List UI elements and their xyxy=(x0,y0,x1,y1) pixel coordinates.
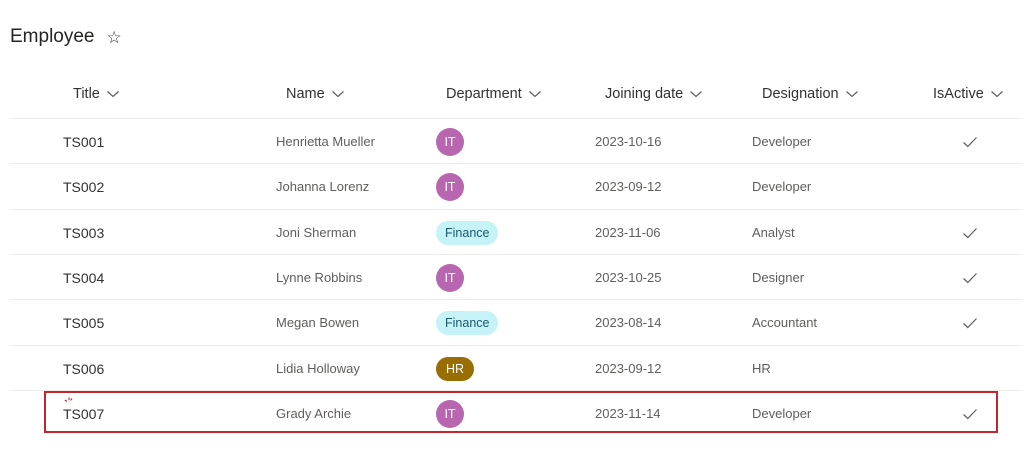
chevron-down-icon xyxy=(106,89,120,99)
table-row[interactable]: TS006 Lidia Holloway HR 2023-09-12 HR xyxy=(10,345,1022,391)
column-header-name[interactable]: Name xyxy=(286,86,345,102)
cell-joining-date: 2023-10-25 xyxy=(595,270,662,285)
cell-name: Megan Bowen xyxy=(276,315,360,330)
chevron-down-icon xyxy=(990,89,1004,99)
cell-department: IT xyxy=(436,164,464,209)
cell-designation: Designer xyxy=(752,270,805,285)
cell-name: Lidia Holloway xyxy=(276,361,360,376)
column-header-joining-date[interactable]: Joining date xyxy=(605,86,703,102)
cell-title: TS005 xyxy=(63,314,105,331)
column-header-isactive[interactable]: IsActive xyxy=(933,86,1004,102)
cell-designation: Accountant xyxy=(752,315,818,330)
cell-joining-date: 2023-10-16 xyxy=(595,134,662,149)
cell-isactive xyxy=(962,119,978,164)
cell-title: TS006 xyxy=(63,360,105,377)
column-header-label: Name xyxy=(286,86,325,102)
department-badge: IT xyxy=(436,263,464,292)
column-header-label: Joining date xyxy=(605,86,684,102)
cell-designation: Developer xyxy=(752,406,812,421)
department-badge: IT xyxy=(436,399,464,428)
cell-name: Joni Sherman xyxy=(276,225,357,240)
cell-joining-date: 2023-11-06 xyxy=(595,225,661,240)
column-header-label: IsActive xyxy=(933,86,984,102)
checkmark-icon xyxy=(962,136,978,148)
table-row[interactable]: TS003 Joni Sherman Finance 2023-11-06 Analys… xyxy=(10,209,1022,255)
cell-name: Johanna Lorenz xyxy=(276,179,370,194)
cell-title: TS001 xyxy=(63,133,105,150)
department-badge: HR xyxy=(436,356,475,381)
department-badge: IT xyxy=(436,172,464,201)
department-badge: Finance xyxy=(436,310,499,335)
cell-isactive xyxy=(962,300,978,345)
cell-joining-date: 2023-09-12 xyxy=(595,361,662,376)
column-header-label: Department xyxy=(446,86,522,102)
cell-designation: Analyst xyxy=(752,225,795,240)
list-header: Employee ☆ xyxy=(10,26,122,48)
cell-joining-date: 2023-09-12 xyxy=(595,179,662,194)
chevron-down-icon xyxy=(331,89,345,99)
list-title: Employee xyxy=(10,26,95,47)
column-header-title[interactable]: Title xyxy=(73,86,120,102)
cell-designation: Developer xyxy=(752,179,812,194)
cell-title: TS002 xyxy=(63,178,105,195)
checkmark-icon xyxy=(962,272,978,284)
department-badge: Finance xyxy=(436,220,499,245)
cell-name: Lynne Robbins xyxy=(276,270,363,285)
loading-spinner-icon xyxy=(64,397,73,402)
cell-isactive xyxy=(962,255,978,300)
column-header-label: Designation xyxy=(762,86,839,102)
cell-title: TS004 xyxy=(63,269,105,286)
star-outline-icon[interactable]: ☆ xyxy=(107,29,122,46)
chevron-down-icon xyxy=(689,89,703,99)
cell-department: Finance xyxy=(436,300,499,345)
cell-isactive xyxy=(962,210,978,255)
table-row[interactable]: TS002 Johanna Lorenz IT 2023-09-12 Developer xyxy=(10,163,1022,209)
cell-isactive xyxy=(962,391,978,436)
cell-department: Finance xyxy=(436,210,499,255)
cell-department: HR xyxy=(436,346,475,391)
cell-name: Henrietta Mueller xyxy=(276,134,375,149)
column-header-department[interactable]: Department xyxy=(446,86,542,102)
checkmark-icon xyxy=(962,317,978,329)
cell-department: IT xyxy=(436,255,464,300)
cell-joining-date: 2023-08-14 xyxy=(595,315,662,330)
table-row[interactable]: TS005 Megan Bowen Finance 2023-08-14 Account… xyxy=(10,299,1022,345)
sharepoint-list-view: Employee ☆ Title Name Department Joining da… xyxy=(0,0,1024,450)
column-header-designation[interactable]: Designation xyxy=(762,86,859,102)
cell-title: TS003 xyxy=(63,224,105,241)
chevron-down-icon xyxy=(528,89,542,99)
cell-department: IT xyxy=(436,391,464,436)
cell-department: IT xyxy=(436,119,464,164)
cell-joining-date: 2023-11-14 xyxy=(595,406,661,421)
cell-designation: HR xyxy=(752,361,771,376)
cell-name: Grady Archie xyxy=(276,406,352,421)
chevron-down-icon xyxy=(845,89,859,99)
checkmark-icon xyxy=(962,227,978,239)
table-row[interactable]: TS001 Henrietta Mueller IT 2023-10-16 Develo… xyxy=(10,118,1022,164)
department-badge: IT xyxy=(436,127,464,156)
checkmark-icon xyxy=(962,408,978,420)
column-header-label: Title xyxy=(73,86,100,102)
table-row[interactable]: TS004 Lynne Robbins IT 2023-10-25 Designer xyxy=(10,254,1022,300)
table-row[interactable]: TS007 Grady Archie IT 2023-11-14 Developer xyxy=(10,390,1022,436)
cell-designation: Developer xyxy=(752,134,812,149)
